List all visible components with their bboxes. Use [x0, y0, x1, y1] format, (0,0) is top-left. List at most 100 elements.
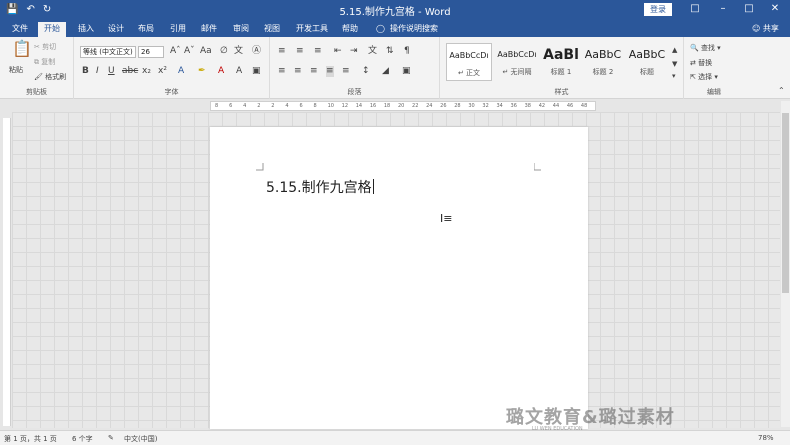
style-title-preview: AaBbC [628, 48, 666, 61]
shrink-font-icon[interactable]: Aˇ [184, 46, 195, 57]
paragraph-group-label: 段落 [347, 88, 362, 96]
align-left-icon[interactable]: ≡ [278, 66, 286, 77]
phonetic-guide-icon[interactable]: 文 [234, 46, 243, 57]
style-title[interactable]: AaBbC 标题 [624, 43, 670, 81]
ruler-tick: 2 [271, 103, 275, 109]
style-heading-1[interactable]: AaBl 标题 1 [538, 43, 584, 81]
collapse-ribbon-icon[interactable]: ⌃ [778, 85, 785, 96]
justify-icon[interactable]: ≡ [326, 66, 334, 77]
format-painter-label: 格式刷 [45, 73, 67, 81]
text-effects-icon[interactable]: A [178, 66, 184, 77]
font-name-combo[interactable]: 等线 (中文正文) [80, 46, 136, 58]
align-right-icon[interactable]: ≡ [310, 66, 318, 77]
char-border-icon[interactable]: ▣ [252, 66, 261, 77]
tab-references[interactable]: 引用 [164, 22, 192, 37]
highlight-icon[interactable]: ✒ [198, 66, 206, 77]
cut-button[interactable]: ✂ 剪切 [34, 42, 56, 52]
subscript-icon[interactable]: x₂ [142, 66, 151, 77]
replace-button[interactable]: ⇄ 替换 [690, 58, 712, 68]
scrollbar-thumb[interactable] [782, 113, 789, 293]
styles-scroll-down-icon[interactable]: ▼ [672, 59, 677, 70]
ruler-tick: 12 [341, 103, 349, 109]
styles-group: AaBbCcDı ↵ 正文 AaBbCcDı ↵ 无间隔 AaBl 标题 1 A… [440, 37, 684, 99]
tab-home[interactable]: 开始 [38, 22, 66, 37]
align-center-icon[interactable]: ≡ [294, 66, 302, 77]
superscript-icon[interactable]: x² [158, 66, 167, 77]
maximize-icon[interactable]: □ [742, 2, 756, 16]
tab-insert[interactable]: 插入 [72, 22, 100, 37]
tell-me-search[interactable]: 操作说明搜索 [384, 22, 444, 37]
multilevel-list-icon[interactable]: ≡ [314, 46, 322, 57]
close-icon[interactable]: ✕ [768, 2, 782, 16]
decrease-indent-icon[interactable]: ⇤ [334, 46, 342, 57]
login-button[interactable]: 登录 [644, 3, 672, 16]
strikethrough-icon[interactable]: abc [122, 66, 138, 77]
char-shading-icon[interactable]: A [236, 66, 242, 77]
style-heading-2[interactable]: AaBbC 标题 2 [580, 43, 626, 81]
page-count[interactable]: 第 1 页，共 1 页 [4, 434, 57, 444]
select-button[interactable]: ⇱ 选择 ▾ [690, 72, 718, 82]
bold-icon[interactable]: B [82, 66, 89, 77]
sort-icon[interactable]: ⇅ [386, 46, 394, 57]
cut-label: 剪切 [42, 43, 57, 51]
ruler-tick: 16 [369, 103, 377, 109]
enclose-char-icon[interactable]: Ⓐ [252, 46, 261, 57]
editing-group-label: 编辑 [707, 88, 721, 96]
format-painter-button[interactable]: 🖌 格式刷 [34, 72, 66, 82]
language-status[interactable]: 中文(中国) [124, 434, 157, 444]
ribbon-display-icon[interactable]: □ [688, 2, 702, 16]
font-size-combo[interactable]: 26 [138, 46, 164, 58]
ruler-tick: 28 [454, 103, 461, 109]
line-spacing-icon[interactable]: ↕ [362, 66, 370, 77]
document-page[interactable]: 5.15.制作九宫格 [210, 127, 588, 429]
style-no-spacing[interactable]: AaBbCcDı ↵ 无间隔 [494, 43, 540, 81]
margin-corner-tr [534, 163, 541, 171]
vertical-ruler[interactable] [3, 118, 11, 426]
styles-scroll-up-icon[interactable]: ▲ [672, 45, 677, 56]
tab-view[interactable]: 视图 [258, 22, 286, 37]
find-button[interactable]: 🔍 查找 ▾ [690, 43, 721, 53]
tab-file[interactable]: 文件 [6, 22, 34, 37]
ruler-tick: 44 [552, 103, 560, 109]
paste-icon[interactable]: 📋 [12, 41, 32, 57]
ruler-tick: 2 [257, 103, 261, 109]
word-count[interactable]: 6 个字 [72, 434, 93, 444]
styles-more-icon[interactable]: ▾ [672, 71, 676, 82]
underline-icon[interactable]: U [108, 66, 115, 77]
borders-icon[interactable]: ▣ [402, 66, 411, 77]
vertical-scrollbar[interactable] [781, 101, 790, 427]
font-color-icon[interactable]: A [218, 66, 224, 77]
minimize-icon[interactable]: – [716, 2, 730, 16]
style-heading-2-name: 标题 2 [592, 68, 614, 76]
tab-review[interactable]: 审阅 [227, 22, 255, 37]
paste-button[interactable]: 粘贴 [9, 65, 23, 75]
increase-indent-icon[interactable]: ⇥ [350, 46, 358, 57]
tab-developer[interactable]: 开发工具 [290, 22, 334, 37]
shading-icon[interactable]: ◢ [382, 66, 389, 77]
style-normal[interactable]: AaBbCcDı ↵ 正文 [446, 43, 492, 81]
tab-mailings[interactable]: 邮件 [195, 22, 223, 37]
horizontal-ruler[interactable]: 8 6 4 2 2 4 6 8 10 12 14 16 18 20 22 24 26 28 30 32 34 36 38 42… [210, 101, 596, 111]
tab-help[interactable]: 帮助 [336, 22, 364, 37]
distributed-icon[interactable]: ≡ [342, 66, 350, 77]
ruler-tick: 38 [524, 103, 531, 109]
bullets-icon[interactable]: ≡ [278, 46, 286, 57]
change-case-icon[interactable]: Aa [200, 46, 212, 57]
ruler-tick: 6 [229, 103, 233, 109]
grow-font-icon[interactable]: Aˆ [170, 46, 181, 57]
document-body[interactable]: 5.15.制作九宫格 [266, 177, 374, 197]
numbering-icon[interactable]: ≡ [296, 46, 304, 57]
copy-button[interactable]: ⧉ 复制 [34, 57, 55, 67]
show-marks-icon[interactable]: ¶ [404, 46, 410, 57]
style-heading-2-preview: AaBbC [584, 48, 622, 61]
proofing-icon[interactable]: ✎ [108, 434, 114, 442]
share-button[interactable]: ☺ 共享 [752, 23, 779, 34]
font-group-label: 字体 [164, 88, 179, 96]
find-label: 查找 [700, 44, 715, 52]
tab-layout[interactable]: 布局 [132, 22, 160, 37]
clear-formatting-icon[interactable]: ∅ [220, 46, 228, 57]
italic-icon[interactable]: I [96, 66, 99, 77]
chinese-layout-icon[interactable]: 文 [368, 46, 377, 57]
zoom-level[interactable]: 78% [758, 434, 774, 442]
tab-design[interactable]: 设计 [102, 22, 130, 37]
